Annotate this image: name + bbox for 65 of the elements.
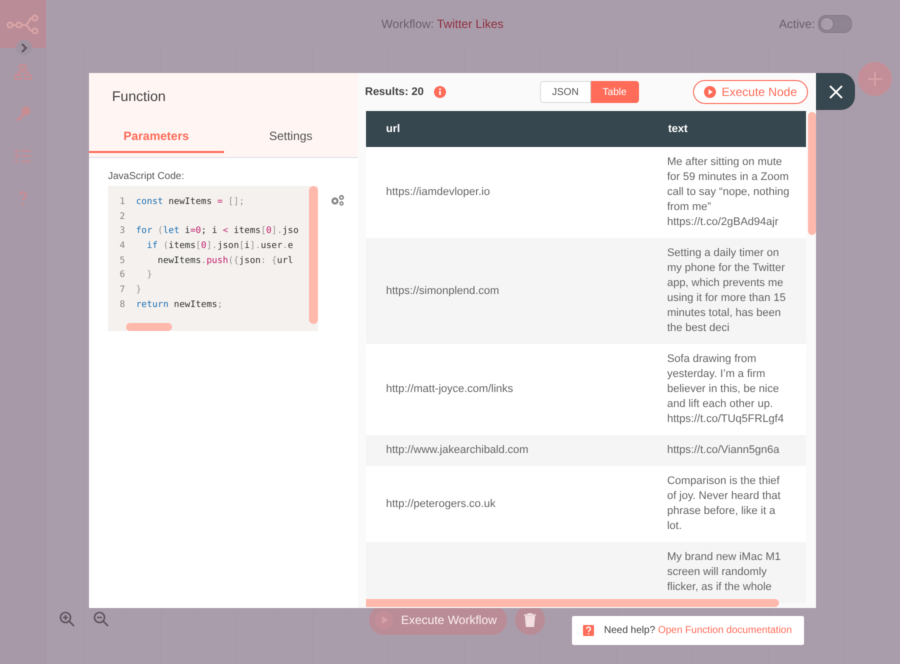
close-button[interactable]	[816, 73, 855, 110]
scrollbar[interactable]	[309, 186, 318, 324]
trash-icon	[524, 613, 536, 627]
active-label: Active:	[778, 17, 815, 31]
table-cell: My brand new iMac M1 screen will randomly flicker, as if the whole	[667, 542, 806, 603]
code-line: return newItems;	[136, 300, 223, 312]
line-number: 5	[118, 256, 125, 268]
list-icon[interactable]	[14, 148, 32, 164]
code-line: newItems.push({json: {url	[156, 256, 294, 268]
scrollbar[interactable]	[366, 599, 779, 607]
table-cell: http://matt-joyce.com/links	[366, 344, 668, 435]
line-number: 7	[118, 285, 125, 298]
table-cell: https://t.co/Viann5gn6a	[667, 435, 806, 466]
line-number: 1	[118, 197, 125, 209]
view-toggle[interactable]: JSON	[540, 81, 591, 103]
table-cell: https://simonplend.com	[366, 238, 668, 344]
tab[interactable]: Settings	[224, 126, 358, 153]
table-cell: https://iamdevloper.io	[366, 147, 668, 238]
table-cell: Me after sitting on mute for 59 minutes in a Zoom call to say “nope, nothing from me” https://t.co/2gBAd94ajr	[667, 147, 806, 238]
code-line: if (items[0].json[i].user.e	[146, 241, 294, 254]
info-icon[interactable]	[434, 86, 446, 98]
scrollbar[interactable]	[126, 323, 172, 331]
workflow-icon[interactable]	[14, 64, 32, 80]
tab[interactable]: Parameters	[89, 126, 224, 153]
play-icon	[704, 86, 716, 98]
line-number: 8	[118, 300, 125, 312]
line-number: 3	[118, 226, 125, 238]
close-icon	[828, 84, 842, 98]
gears-icon[interactable]	[330, 194, 345, 206]
table-cell: Setting a daily timer on my phone for the Twitter app, which prevents me using it for more than 15 minutes total, has been the best deci	[667, 238, 806, 344]
play-icon	[375, 611, 393, 629]
active-toggle[interactable]	[818, 15, 852, 33]
line-number: 2	[118, 212, 125, 224]
add-node-button[interactable]	[858, 62, 892, 96]
line-number: 6	[118, 270, 125, 282]
scrollbar[interactable]	[808, 112, 816, 235]
delete-button[interactable]	[514, 605, 545, 635]
code-line: for (let i=0; i < items[0].jso	[136, 226, 299, 238]
execute-node-button[interactable]: Execute Node	[692, 80, 808, 104]
workflow-name[interactable]: Twitter Likes	[436, 17, 504, 31]
question-icon	[583, 625, 594, 636]
code-line: }	[136, 285, 142, 298]
table-cell: Sofa drawing from yesterday. I’m a firm believer in this, be nice and lift each other up. https://t.co/TUq5FRLgf4	[667, 344, 806, 435]
table-cell: http://peterogers.co.uk	[366, 466, 668, 542]
expand-icon[interactable]	[16, 40, 32, 56]
column-header: url	[366, 111, 668, 147]
execute-workflow-button[interactable]: Execute Workflow	[369, 605, 507, 635]
column-header: text	[667, 111, 806, 147]
table-cell: Comparison is the thief of joy. Never heard that phrase before, like it a lot.	[667, 466, 806, 542]
zoom-in-icon[interactable]	[59, 611, 75, 627]
code-editor[interactable]: 1 const newItems = []; 2 3 for (let i=0; i < items[0].jso 4 if (items[0].json[i].user.e 5 newItems.push({json: {url 6 } 7 } 8 return newItems;	[108, 186, 318, 331]
logo-icon[interactable]	[0, 0, 46, 48]
code-line: }	[146, 270, 152, 282]
view-toggle[interactable]: Table	[590, 81, 639, 103]
help-text: Need help? Open Function documentation	[604, 625, 792, 636]
results-count: Results: 20	[365, 86, 424, 98]
code-line: const newItems = [];	[136, 197, 244, 209]
table-cell: http://www.jakearchibald.com	[366, 435, 668, 466]
node-title: Function	[111, 87, 167, 106]
zoom-out-icon[interactable]	[93, 611, 109, 627]
key-icon[interactable]	[14, 106, 32, 122]
line-number: 4	[118, 241, 125, 254]
field-label: JavaScript Code:	[108, 171, 186, 182]
workflow-label: Workflow:	[381, 17, 434, 31]
documentation-link[interactable]: Open Function documentation	[658, 625, 792, 636]
